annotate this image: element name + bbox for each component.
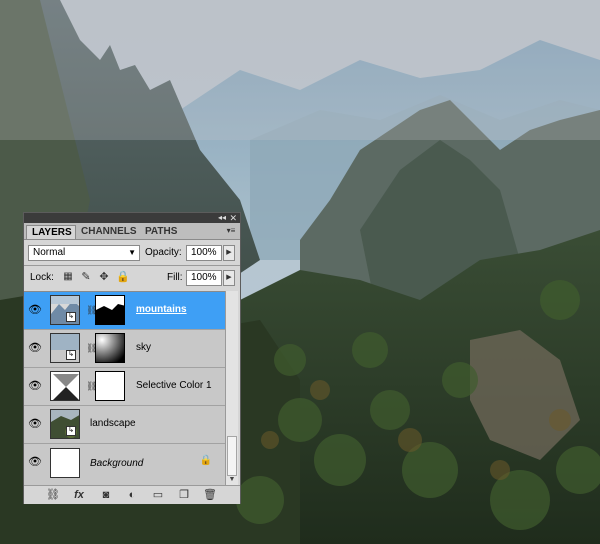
layer-name-selective-color[interactable]: Selective Color 1 [136,380,212,391]
fill-slider-button[interactable]: ▶ [223,270,235,286]
panel-titlebar[interactable]: ◂◂ ✕ [24,213,240,223]
fill-label: Fill: [167,272,183,283]
add-mask-icon[interactable]: ◙ [98,488,114,502]
layer-name-mountains[interactable]: mountains [136,304,187,315]
chevron-down-icon: ▼ [128,248,136,257]
panel-menu-icon[interactable]: ▾≡ [225,226,237,236]
new-group-icon[interactable]: ▭ [150,488,166,502]
panel-tabs: LAYERS CHANNELS PATHS ▾≡ [24,223,240,240]
eye-icon[interactable]: 👁 [27,415,43,433]
lock-image-icon[interactable]: ✎ [80,270,92,284]
lock-transparency-icon[interactable]: ▦ [62,270,74,284]
opacity-slider-button[interactable]: ▶ [223,245,235,261]
layer-mask-thumbnail[interactable] [95,371,125,401]
trash-icon[interactable]: 🗑 [202,488,218,502]
blend-mode-value: Normal [33,247,66,258]
double-chevron-icon[interactable]: ◂◂ [218,213,226,223]
layer-thumbnail [50,448,80,478]
adjustment-layer-icon [50,371,80,401]
lock-icon: 🔒 [199,455,212,466]
fill-input[interactable]: 100% [186,270,222,286]
layers-panel: ◂◂ ✕ LAYERS CHANNELS PATHS ▾≡ Normal ▼ O… [23,212,241,504]
layer-sky[interactable]: 👁 ↳ ⛓ sky [24,330,226,368]
tab-layers[interactable]: LAYERS [26,225,76,239]
new-layer-icon[interactable]: ❐ [176,488,192,502]
layer-name-sky[interactable]: sky [136,342,151,353]
layer-name-background[interactable]: Background [90,458,143,469]
smart-object-badge-icon: ↳ [66,426,76,436]
lock-label: Lock: [30,272,54,283]
opacity-input[interactable]: 100% [186,245,222,261]
layer-mask-thumbnail[interactable] [95,333,125,363]
eye-icon[interactable]: 👁 [27,453,43,471]
layer-selective-color[interactable]: 👁 ⛓ Selective Color 1 [24,368,226,406]
blend-row: Normal ▼ Opacity: 100% ▶ [24,241,240,265]
blend-mode-select[interactable]: Normal ▼ [28,245,140,261]
tab-paths[interactable]: PATHS [140,225,186,239]
scroll-thumb[interactable] [227,436,237,476]
eye-icon[interactable]: 👁 [27,301,43,319]
opacity-label: Opacity: [145,247,182,258]
layer-landscape[interactable]: 👁 ↳ landscape [24,406,226,444]
layer-mountains[interactable]: 👁 ↳ ⛓ mountains [24,292,226,330]
layers-list: 👁 ↳ ⛓ mountains 👁 ↳ ⛓ sky 👁 ⛓ Selective … [24,291,226,486]
adjustment-layer-icon[interactable]: ◐ [124,488,140,502]
layer-background[interactable]: 👁 Background 🔒 [24,444,226,486]
layer-style-icon[interactable]: fx [70,488,88,502]
scroll-down-icon[interactable]: ▼ [226,475,238,485]
layer-mask-thumbnail[interactable] [95,295,125,325]
link-layers-icon[interactable]: ⛓ [44,488,62,502]
tab-channels[interactable]: CHANNELS [76,225,138,239]
layer-name-landscape[interactable]: landscape [90,418,136,429]
layers-scrollbar[interactable]: ▼ [225,291,238,485]
lock-row: Lock: ▦ ✎ ✥ 🔒 Fill: 100% ▶ [24,266,240,290]
close-icon[interactable]: ✕ [229,213,237,223]
eye-icon[interactable]: 👁 [27,377,43,395]
lock-position-icon[interactable]: ✥ [98,270,110,284]
lock-all-icon[interactable]: 🔒 [116,270,130,284]
smart-object-badge-icon: ↳ [66,312,76,322]
smart-object-badge-icon: ↳ [66,350,76,360]
panel-bottom-bar: ⛓ fx ◙ ◐ ▭ ❐ 🗑 [24,485,240,504]
eye-icon[interactable]: 👁 [27,339,43,357]
